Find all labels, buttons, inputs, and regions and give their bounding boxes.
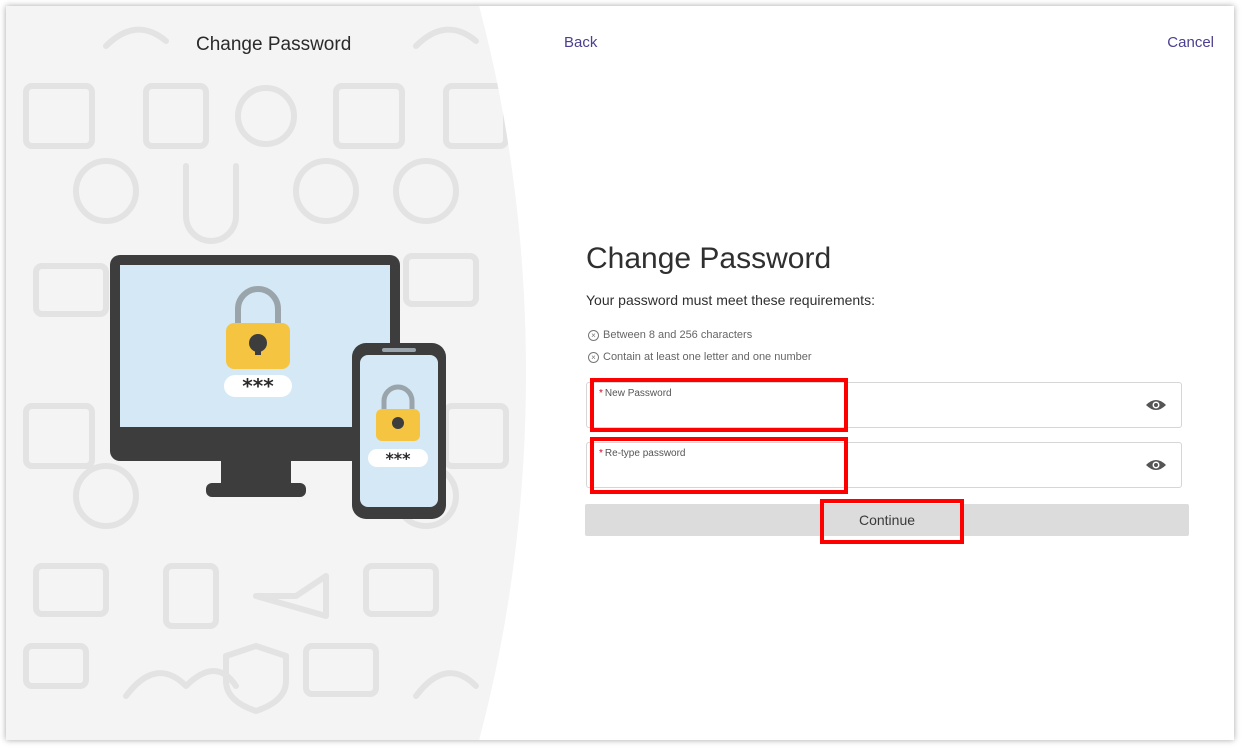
new-password-input[interactable] [599,403,1123,425]
panel-title: Change Password [196,34,352,55]
requirements-list: × Between 8 and 256 characters × Contain… [588,324,812,368]
back-link[interactable]: Back [564,34,597,51]
circle-x-icon: × [588,351,599,363]
eye-icon[interactable] [1145,397,1167,413]
new-password-label-text: New Password [604,388,672,399]
monitor-mask: *** [242,374,274,398]
circle-x-icon: × [588,329,599,341]
form-title: Change Password [586,242,832,275]
retype-password-label: * Re-type password [599,448,686,459]
devices-lock-illustration: *** *** [110,255,446,519]
eye-icon[interactable] [1145,457,1167,473]
new-password-label: * New Password [599,388,672,399]
retype-password-input[interactable] [599,463,1123,485]
phone-graphic: *** [352,343,446,519]
retype-password-label-text: Re-type password [604,448,686,459]
phone-mask: *** [385,449,411,468]
required-marker: * [599,388,603,399]
requirement-text: Between 8 and 256 characters [603,329,753,341]
required-marker: * [599,448,603,459]
continue-button[interactable]: Continue [585,504,1189,536]
illustration-panel: Change Password *** *** [6,6,526,740]
requirement-text: Contain at least one letter and one numb… [603,351,812,363]
requirement-item: × Contain at least one letter and one nu… [588,346,812,368]
cancel-link[interactable]: Cancel [1167,34,1214,51]
requirements-heading: Your password must meet these requiremen… [586,292,875,308]
page-frame: Change Password *** *** Back Cancel Chan… [6,6,1234,740]
new-password-field[interactable]: * New Password [586,382,1182,428]
requirement-item: × Between 8 and 256 characters [588,324,812,346]
retype-password-field[interactable]: * Re-type password [586,442,1182,488]
